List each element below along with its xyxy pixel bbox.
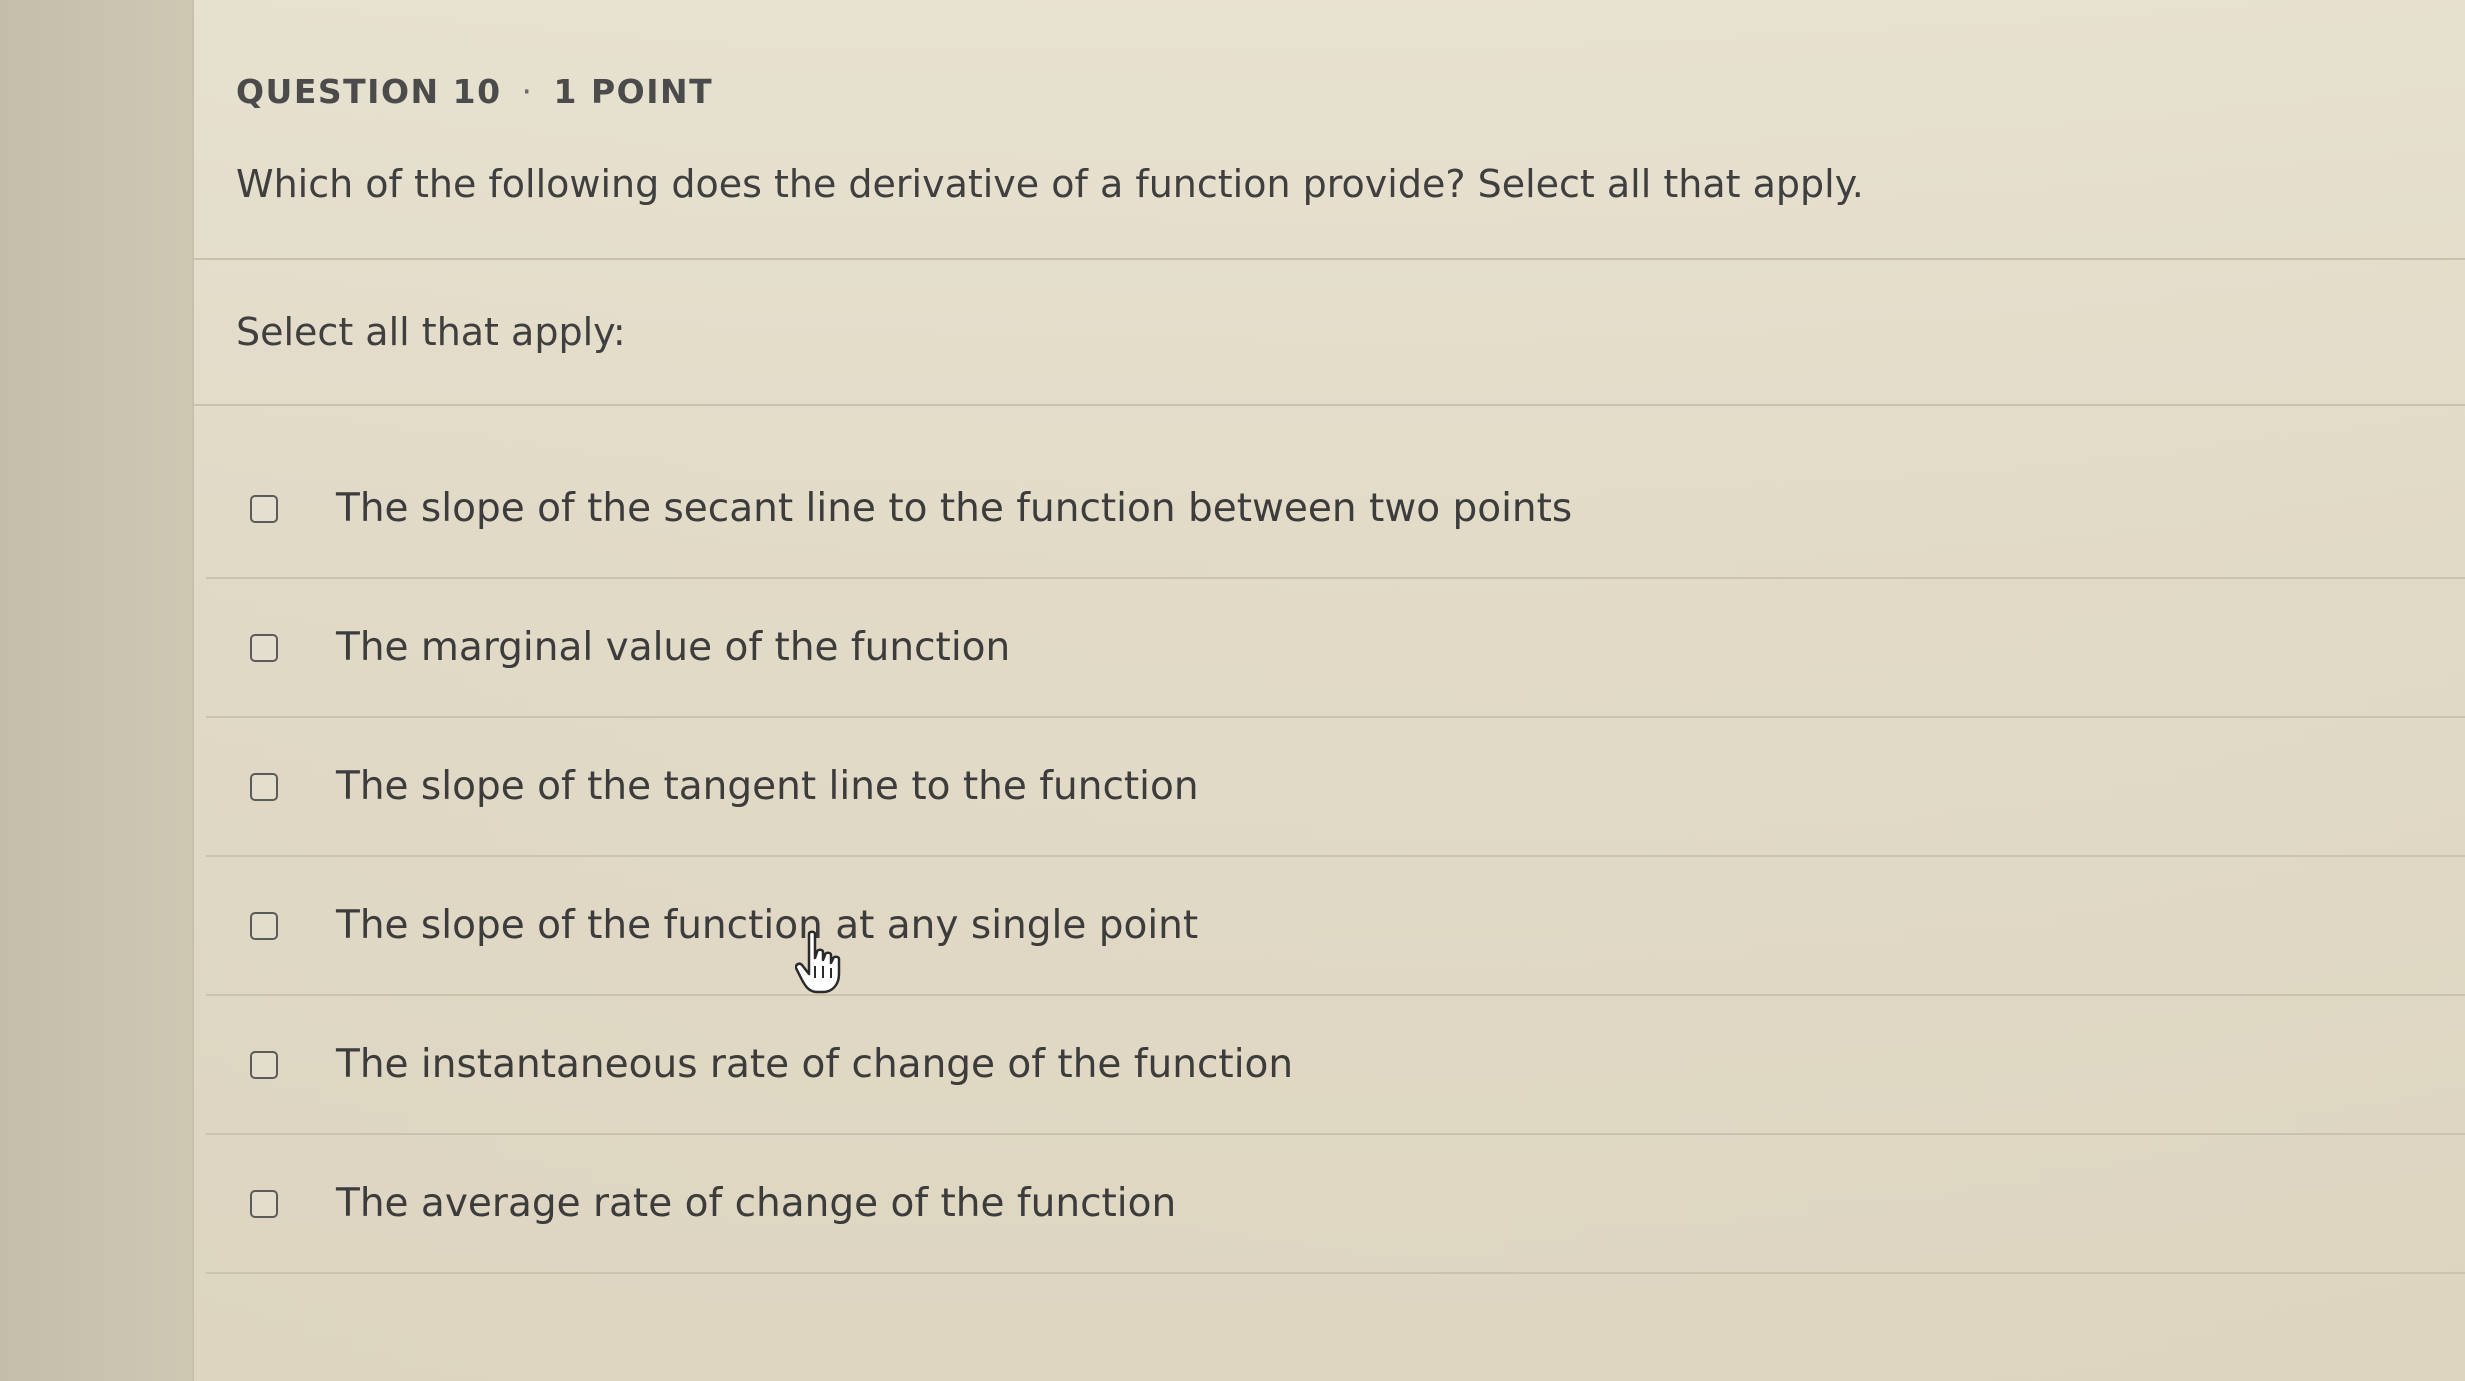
answer-option[interactable]: The instantaneous rate of change of the … bbox=[206, 996, 2465, 1135]
header-separator: · bbox=[521, 72, 534, 111]
question-panel: QUESTION 10 · 1 POINT Which of the follo… bbox=[192, 0, 2465, 1381]
option-label[interactable]: The instantaneous rate of change of the … bbox=[336, 1042, 1293, 1087]
hand-pointer-icon bbox=[795, 930, 841, 994]
checkbox-icon[interactable] bbox=[250, 911, 278, 940]
answer-option[interactable]: The slope of the tangent line to the fun… bbox=[206, 718, 2465, 857]
checkbox-icon[interactable] bbox=[250, 772, 278, 801]
checkbox-icon[interactable] bbox=[250, 633, 278, 662]
question-header: QUESTION 10 · 1 POINT bbox=[236, 72, 713, 111]
question-number: QUESTION 10 bbox=[236, 72, 502, 111]
option-label[interactable]: The slope of the tangent line to the fun… bbox=[336, 764, 1199, 809]
option-label[interactable]: The slope of the function at any single … bbox=[336, 903, 1198, 948]
option-label[interactable]: The slope of the secant line to the func… bbox=[336, 486, 1572, 531]
option-label[interactable]: The average rate of change of the functi… bbox=[336, 1181, 1176, 1226]
checkbox-icon[interactable] bbox=[250, 494, 278, 523]
answer-option[interactable]: The slope of the function at any single … bbox=[206, 857, 2465, 996]
divider bbox=[194, 404, 2465, 406]
question-prompt: Which of the following does the derivati… bbox=[236, 162, 1864, 206]
answer-option[interactable]: The average rate of change of the functi… bbox=[206, 1135, 2465, 1274]
answer-option[interactable]: The marginal value of the function bbox=[206, 579, 2465, 718]
divider bbox=[194, 258, 2465, 260]
instruction-text: Select all that apply: bbox=[236, 310, 626, 354]
checkbox-icon[interactable] bbox=[250, 1050, 278, 1079]
answer-options: The slope of the secant line to the func… bbox=[206, 440, 2465, 1274]
option-label[interactable]: The marginal value of the function bbox=[336, 625, 1010, 670]
answer-option[interactable]: The slope of the secant line to the func… bbox=[206, 440, 2465, 579]
question-points: 1 POINT bbox=[553, 72, 714, 111]
checkbox-icon[interactable] bbox=[250, 1189, 278, 1218]
